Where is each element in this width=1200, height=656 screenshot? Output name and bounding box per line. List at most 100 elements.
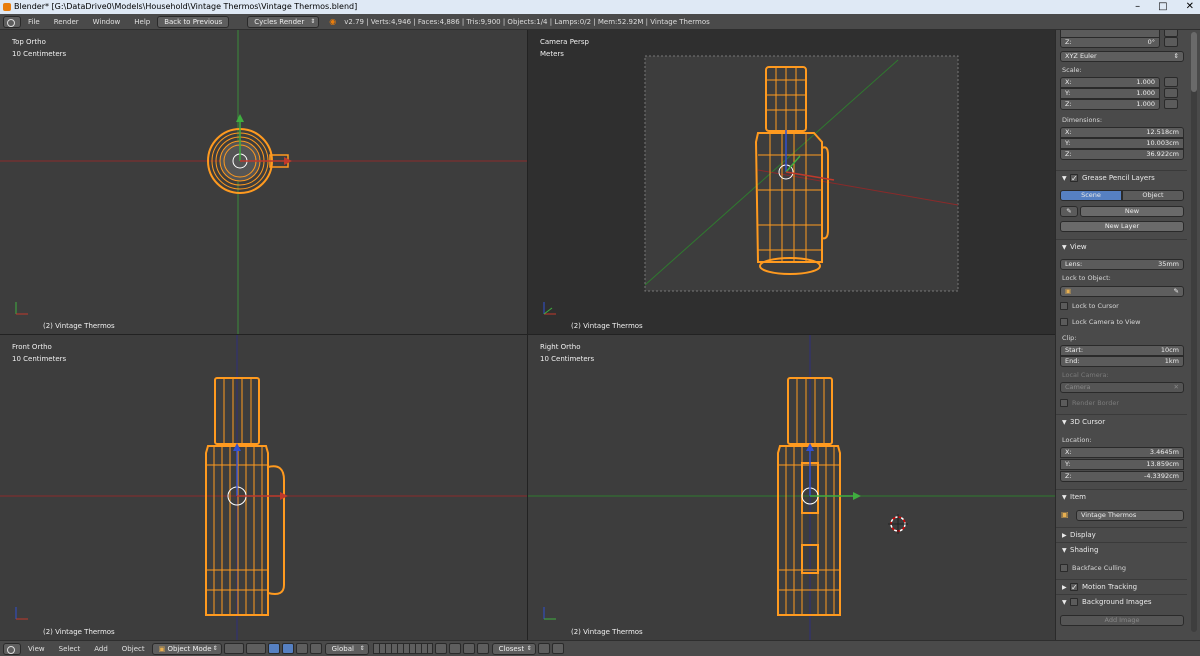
- cursor-x-field[interactable]: X: 3.4645m: [1060, 447, 1186, 458]
- back-to-previous-button[interactable]: Back to Previous: [157, 15, 230, 28]
- snap-toggle-icon[interactable]: [462, 643, 475, 654]
- lock-icon[interactable]: [1164, 77, 1178, 87]
- motion-tracking-checkbox[interactable]: [1070, 581, 1078, 595]
- eyedropper-icon[interactable]: ✎: [1174, 287, 1179, 296]
- rotate-manipulator-icon[interactable]: [295, 643, 308, 654]
- axis-orientation-icon: [543, 302, 556, 315]
- dropdown-arrow-icon: ⇕: [1173, 52, 1179, 60]
- 3d-cursor-panel-header[interactable]: ▼ 3D Cursor: [1056, 414, 1187, 428]
- lock-to-object-label: Lock to Object:: [1062, 274, 1111, 282]
- background-images-panel-header[interactable]: ▼ Background Images: [1056, 594, 1187, 608]
- lock-camera-to-view-row[interactable]: Lock Camera to View: [1060, 317, 1140, 327]
- minimize-button[interactable]: –: [1135, 0, 1140, 14]
- backface-culling-label: Backface Culling: [1072, 564, 1127, 572]
- dropdown-arrow-icon: ⇕: [359, 644, 365, 652]
- lens-field[interactable]: Lens: 35mm: [1060, 259, 1186, 270]
- cursor-y-label: Y:: [1065, 460, 1071, 468]
- clip-start-field[interactable]: Start: 10cm: [1060, 345, 1186, 356]
- maximize-button[interactable]: □: [1158, 0, 1167, 14]
- expand-triangle-icon: ▼: [1062, 419, 1067, 426]
- translate-manipulator-icon[interactable]: [281, 643, 294, 654]
- lock-icon[interactable]: [1164, 99, 1178, 109]
- clip-end-label: End:: [1065, 357, 1080, 365]
- viewport-label: Right Ortho 10 Centimeters: [540, 341, 594, 365]
- scale-y-label: Y:: [1065, 89, 1071, 97]
- clip-end-field[interactable]: End: 1km: [1060, 356, 1186, 367]
- viewport-right-canvas: [528, 335, 1055, 640]
- viewport-shading-icon[interactable]: [223, 643, 244, 654]
- menu-add[interactable]: Add: [87, 641, 115, 656]
- close-button[interactable]: ✕: [1186, 0, 1194, 14]
- shading-panel-header[interactable]: ▼ Shading: [1056, 542, 1187, 556]
- snap-element-icon[interactable]: [476, 643, 489, 654]
- viewport-label: Front Ortho 10 Centimeters: [12, 341, 66, 365]
- viewport-divider-vertical[interactable]: [527, 30, 528, 640]
- motion-tracking-panel-header[interactable]: ▶ Motion Tracking: [1056, 579, 1187, 595]
- cursor-z-field[interactable]: Z: -4.3392cm: [1060, 471, 1186, 482]
- layers-grid[interactable]: [372, 643, 433, 654]
- scrollbar-thumb[interactable]: [1191, 32, 1197, 92]
- editor-type-icon[interactable]: [3, 15, 21, 28]
- lock-icon[interactable]: [1164, 30, 1178, 37]
- mode-select[interactable]: ▣ Object Mode ⇕: [151, 642, 222, 655]
- tab-object[interactable]: Object: [1122, 190, 1184, 201]
- menu-view[interactable]: View: [21, 641, 52, 656]
- grease-pencil-checkbox[interactable]: [1070, 172, 1078, 186]
- viewport-camera-persp[interactable]: Camera Persp Meters (2) Vintage Thermos: [528, 30, 1055, 334]
- background-images-checkbox[interactable]: [1070, 598, 1078, 606]
- pencil-icon[interactable]: ✎: [1060, 206, 1078, 217]
- properties-sidebar: Z: 0° XYZ Euler ⇕ Scale: X: 1.000 Y: 1.000 Z…: [1055, 30, 1200, 640]
- viewport-divider-horizontal[interactable]: [0, 334, 1055, 335]
- tab-scene[interactable]: Scene: [1060, 190, 1122, 201]
- pivot-point-icon[interactable]: [245, 643, 266, 654]
- lock-to-cursor-row[interactable]: Lock to Cursor: [1060, 301, 1119, 311]
- layer-lock-icon[interactable]: [434, 643, 447, 654]
- window-controls: – □ ✕: [1135, 0, 1194, 14]
- lock-to-object-field[interactable]: ▣ ✎: [1060, 286, 1186, 297]
- menu-select[interactable]: Select: [52, 641, 88, 656]
- 3d-cursor-icon[interactable]: [888, 514, 908, 534]
- menu-window[interactable]: Window: [86, 14, 128, 30]
- item-name-field[interactable]: Vintage Thermos: [1076, 510, 1186, 521]
- item-panel-header[interactable]: ▼ Item: [1056, 489, 1187, 503]
- menu-file[interactable]: File: [21, 14, 47, 30]
- menu-object[interactable]: Object: [115, 641, 152, 656]
- camera-render-icon[interactable]: [551, 643, 564, 654]
- display-panel-header[interactable]: ▶ Display: [1056, 527, 1187, 541]
- menu-help[interactable]: Help: [127, 14, 157, 30]
- lock-icon[interactable]: [1164, 88, 1178, 98]
- backface-culling-row[interactable]: Backface Culling: [1060, 563, 1126, 573]
- backface-culling-checkbox[interactable]: [1060, 564, 1068, 572]
- scale-manipulator-icon[interactable]: [309, 643, 322, 654]
- lock-icon[interactable]: [1164, 37, 1178, 47]
- orientation-select[interactable]: Global ⇕: [324, 642, 369, 655]
- snap-target-select[interactable]: Closest ⇕: [491, 642, 536, 655]
- rotation-mode-select[interactable]: XYZ Euler ⇕: [1060, 51, 1186, 62]
- render-preview-icon[interactable]: [537, 643, 550, 654]
- clip-end-value: 1km: [1164, 357, 1179, 365]
- view-panel-label: View: [1070, 243, 1087, 251]
- grease-pencil-panel-header[interactable]: ▼ Grease Pencil Layers: [1056, 170, 1187, 186]
- lens-value: 35mm: [1158, 260, 1179, 268]
- expand-triangle-icon: ▼: [1062, 494, 1067, 501]
- lock-camera-to-view-checkbox[interactable]: [1060, 318, 1068, 326]
- viewport-right-ortho[interactable]: Right Ortho 10 Centimeters (2) Vintage T…: [528, 335, 1055, 640]
- new-grease-pencil-button[interactable]: New: [1080, 206, 1184, 217]
- lock-to-cursor-checkbox[interactable]: [1060, 302, 1068, 310]
- expand-triangle-icon: ▼: [1062, 175, 1067, 182]
- viewport-front-ortho[interactable]: Front Ortho 10 Centimeters (2) Vintage T…: [0, 335, 527, 640]
- dimension-z-field[interactable]: Z: 36.922cm: [1060, 149, 1186, 160]
- viewport-top-ortho[interactable]: Top Ortho 10 Centimeters (2) Vintage The…: [0, 30, 527, 334]
- render-engine-select[interactable]: Cycles Render ⇕: [247, 15, 320, 28]
- cursor-y-field[interactable]: Y: 13.859cm: [1060, 459, 1186, 470]
- editor-type-icon[interactable]: [3, 642, 21, 655]
- dimension-x-field[interactable]: X: 12.518cm: [1060, 127, 1186, 138]
- view-panel-header[interactable]: ▼ View: [1056, 239, 1187, 253]
- new-layer-button[interactable]: New Layer: [1060, 221, 1184, 232]
- menu-render[interactable]: Render: [47, 14, 86, 30]
- manipulator-toggle-icon[interactable]: [267, 643, 280, 654]
- rotation-z-label: Z:: [1065, 38, 1072, 46]
- properties-scrollbar[interactable]: [1191, 32, 1197, 632]
- dimension-y-field[interactable]: Y: 10.003cm: [1060, 138, 1186, 149]
- proportional-edit-icon[interactable]: [448, 643, 461, 654]
